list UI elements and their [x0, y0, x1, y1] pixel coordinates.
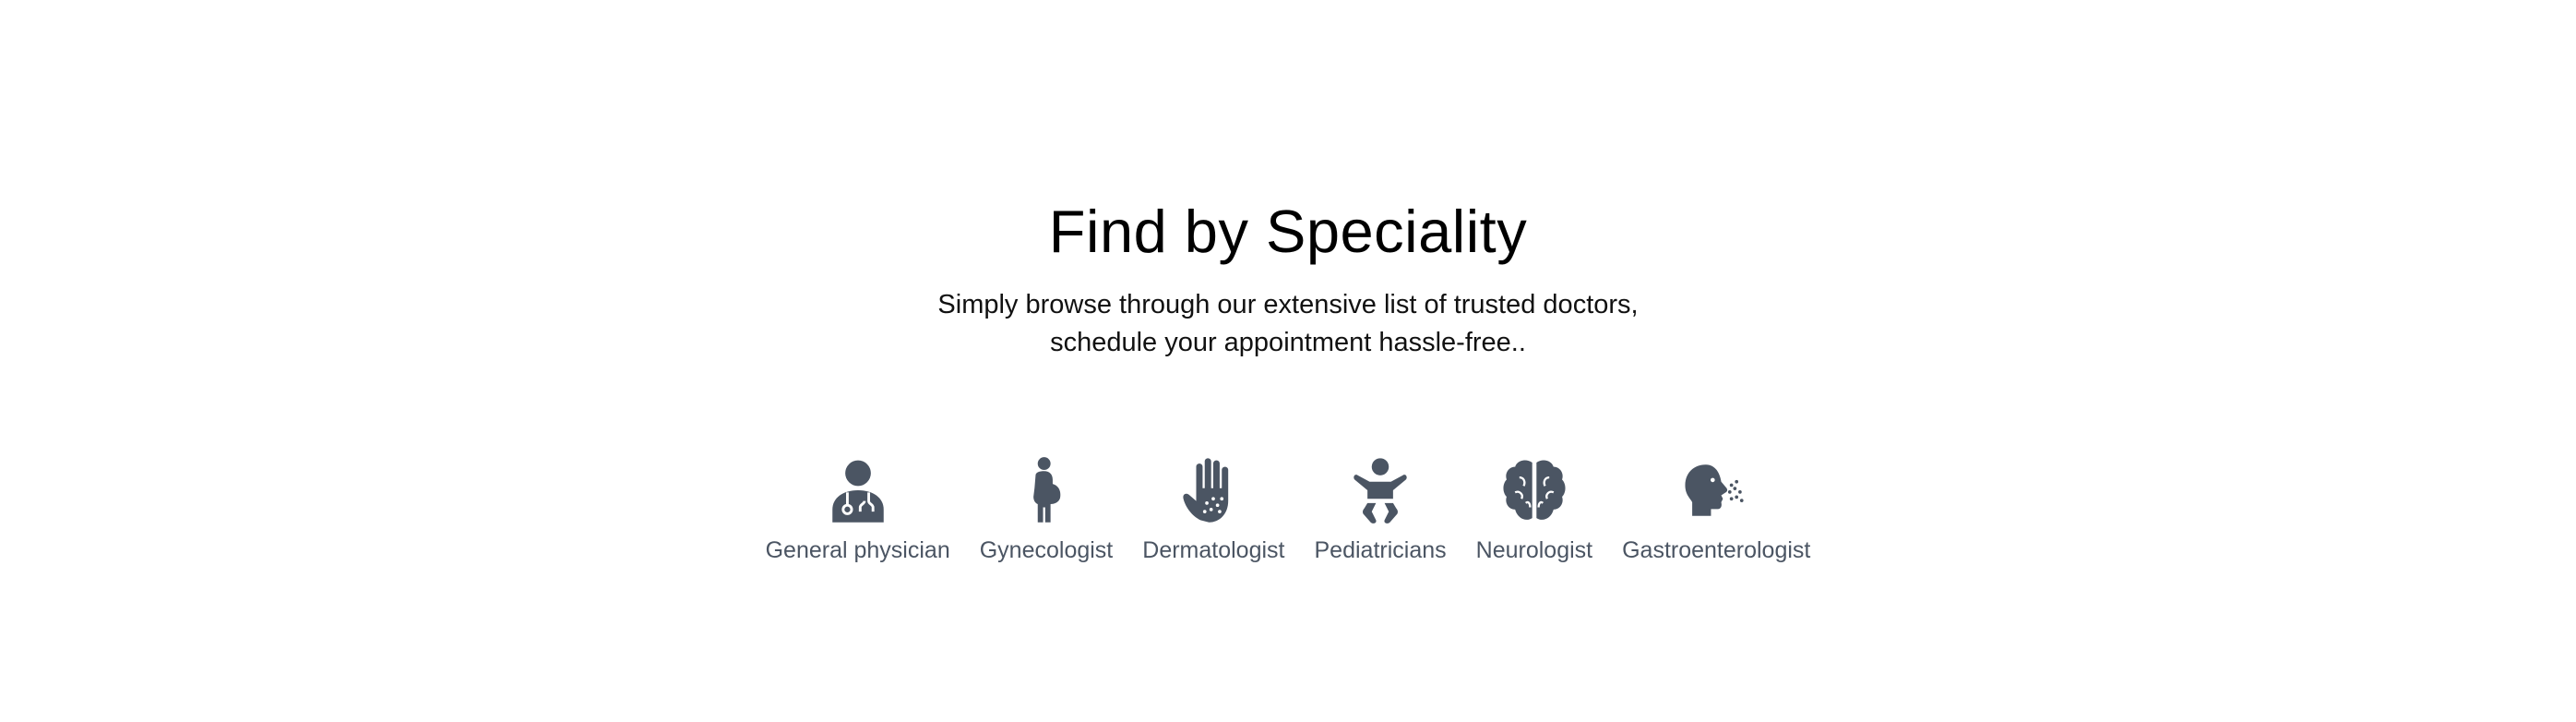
baby-icon [1346, 456, 1414, 524]
speciality-label: Dermatologist [1142, 537, 1285, 563]
hand-dots-icon [1179, 456, 1247, 524]
speciality-section: Find by Speciality Simply browse through… [0, 0, 2576, 722]
speciality-dermatologist[interactable]: Dermatologist [1142, 456, 1285, 564]
section-title: Find by Speciality [1048, 198, 1528, 265]
speciality-gynecologist[interactable]: Gynecologist [979, 456, 1114, 564]
doctor-icon [824, 456, 892, 524]
speciality-label: Gynecologist [979, 537, 1114, 563]
subtitle-line-2: schedule your appointment hassle-free.. [1050, 328, 1526, 357]
speciality-label: Gastroenterologist [1622, 537, 1811, 563]
speciality-label: Pediatricians [1314, 537, 1447, 563]
pregnant-woman-icon [1012, 456, 1080, 524]
speciality-general-physician[interactable]: General physician [766, 456, 950, 564]
section-subtitle: Simply browse through our extensive list… [910, 286, 1666, 362]
speciality-gastroenterologist[interactable]: Gastroenterologist [1622, 456, 1810, 564]
speciality-neurologist[interactable]: Neurologist [1476, 456, 1592, 564]
speciality-list: General physician Gynecologist Dermatolo… [766, 456, 1810, 564]
speciality-pediatricians[interactable]: Pediatricians [1315, 456, 1447, 564]
head-sneeze-icon [1682, 456, 1750, 524]
brain-icon [1500, 456, 1568, 524]
speciality-label: Neurologist [1475, 537, 1593, 563]
speciality-label: General physician [765, 537, 950, 563]
subtitle-line-1: Simply browse through our extensive list… [937, 290, 1639, 319]
